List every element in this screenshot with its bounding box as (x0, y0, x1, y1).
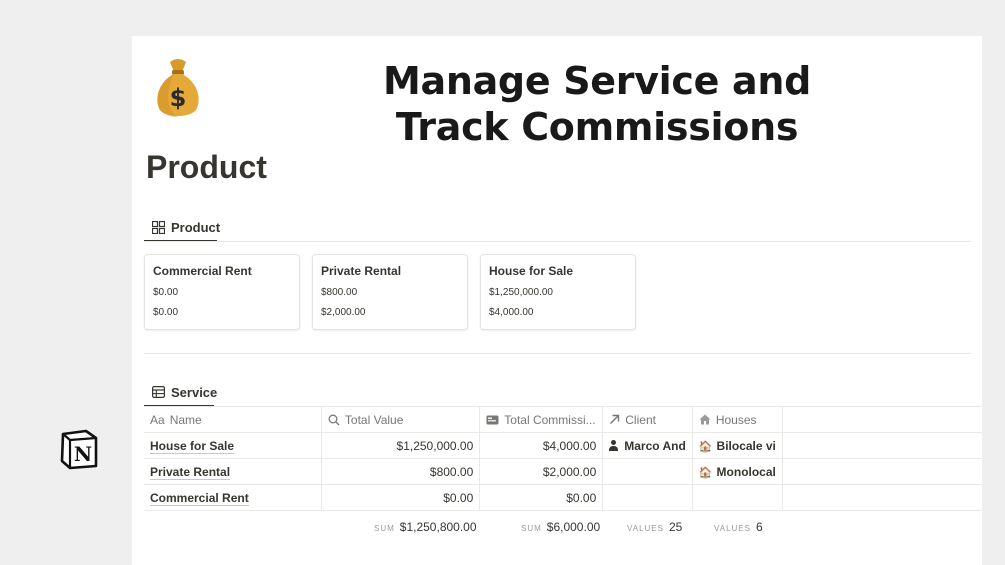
money-bag-icon[interactable]: $ (154, 56, 202, 118)
column-header-total-commission[interactable]: Total Commissi... (479, 406, 604, 433)
values-count: 25 (668, 520, 683, 534)
house-icon: 🏠 (698, 466, 713, 479)
card-title: Private Rental (321, 264, 402, 278)
sum-value: $6,000.00 (546, 520, 601, 534)
sum-value: $1,250,800.00 (399, 520, 477, 534)
column-header-houses[interactable]: Houses (692, 406, 783, 433)
column-label: Total Commissi... (504, 412, 596, 427)
text-property-icon: Aa (150, 412, 165, 427)
card-total-commission: $2,000.00 (321, 307, 366, 318)
cell-total-value[interactable]: $1,250,000.00 (321, 432, 481, 459)
svg-text:$: $ (170, 84, 187, 112)
arrow-up-right-icon (610, 414, 620, 424)
product-card-commercial-rent[interactable]: Commercial Rent $0.00 $0.00 (144, 254, 300, 330)
id-card-icon (486, 415, 499, 424)
cell-houses[interactable]: 🏠 Bilocale vi (692, 432, 783, 459)
cell-houses[interactable]: 🏠 Monolocal (692, 458, 783, 485)
svg-text:N: N (74, 442, 92, 466)
house-icon (699, 414, 711, 425)
house-link[interactable]: Bilocale vi (717, 439, 776, 453)
product-card-private-rental[interactable]: Private Rental $800.00 $2,000.00 (312, 254, 468, 330)
notion-page: $ Manage Service and Track Commissions P… (132, 36, 982, 565)
sum-label: SUM (374, 524, 395, 533)
gallery-icon (152, 220, 165, 234)
column-label: Client (625, 412, 656, 427)
sum-total-value[interactable]: SUM $1,250,800.00 (374, 520, 477, 534)
person-icon (609, 439, 619, 451)
values-houses[interactable]: VALUES 6 (714, 520, 763, 534)
tab-product-view[interactable]: Product (146, 212, 226, 242)
search-icon (328, 414, 340, 425)
tab-product-label: Product (171, 219, 221, 235)
sum-total-commission[interactable]: SUM $6,000.00 (521, 520, 600, 534)
cell-client[interactable]: Marco And (602, 432, 693, 459)
cell-total-commission[interactable]: $4,000.00 (479, 432, 604, 459)
values-client[interactable]: VALUES 25 (627, 520, 682, 534)
table-row[interactable]: Commercial Rent $0.00 $0.00 (144, 484, 982, 511)
cell-client[interactable] (602, 458, 693, 485)
hero-title: Manage Service and Track Commissions (382, 59, 812, 149)
cell-total-value[interactable]: $800.00 (321, 458, 481, 485)
column-header-name[interactable]: Aa Name (144, 406, 322, 433)
tab-service-label: Service (171, 384, 218, 400)
sum-label: SUM (521, 524, 542, 533)
values-label: VALUES (627, 524, 664, 533)
tab-service-view[interactable]: Service (146, 377, 223, 407)
card-title: House for Sale (489, 264, 574, 278)
column-header-client[interactable]: Client (602, 406, 693, 433)
table-row[interactable]: House for Sale $1,250,000.00 $4,000.00 M… (144, 432, 982, 459)
cell-empty (782, 484, 982, 511)
cell-total-commission[interactable]: $2,000.00 (479, 458, 604, 485)
cell-total-value[interactable]: $0.00 (321, 484, 481, 511)
house-icon: 🏠 (698, 440, 713, 453)
cell-houses[interactable] (692, 484, 783, 511)
card-total-value: $1,250,000.00 (489, 287, 553, 298)
card-title: Commercial Rent (153, 264, 252, 278)
notion-logo: N (60, 429, 98, 470)
cell-empty (782, 432, 982, 459)
values-count: 6 (755, 520, 763, 534)
card-total-commission: $4,000.00 (489, 307, 534, 318)
column-label: Name (169, 412, 202, 427)
cell-empty (782, 458, 982, 485)
column-label: Total Value (344, 412, 404, 427)
column-header-total-value[interactable]: Total Value (321, 406, 481, 433)
column-label: Houses (715, 412, 757, 427)
cell-name[interactable]: Private Rental (144, 458, 322, 485)
table-header-row: Aa Name Total Value Total Commissi... Cli… (144, 406, 982, 433)
card-total-value: $0.00 (153, 287, 179, 298)
divider (144, 353, 971, 354)
card-total-commission: $0.00 (153, 307, 179, 318)
service-table: Aa Name Total Value Total Commissi... Cli… (144, 406, 982, 511)
house-link[interactable]: Monolocal (717, 465, 776, 479)
product-card-house-for-sale[interactable]: House for Sale $1,250,000.00 $4,000.00 (480, 254, 636, 330)
values-label: VALUES (714, 524, 751, 533)
cell-client[interactable] (602, 484, 693, 511)
column-header-empty (782, 406, 982, 433)
cell-total-commission[interactable]: $0.00 (479, 484, 604, 511)
cell-name[interactable]: Commercial Rent (144, 484, 322, 511)
client-link[interactable]: Marco And (624, 439, 686, 453)
table-row[interactable]: Private Rental $800.00 $2,000.00 🏠 Monolo… (144, 458, 982, 485)
table-icon (152, 386, 165, 398)
cell-name[interactable]: House for Sale (144, 432, 322, 459)
page-title: Product (146, 149, 267, 185)
card-total-value: $800.00 (321, 287, 358, 298)
divider (144, 241, 971, 242)
